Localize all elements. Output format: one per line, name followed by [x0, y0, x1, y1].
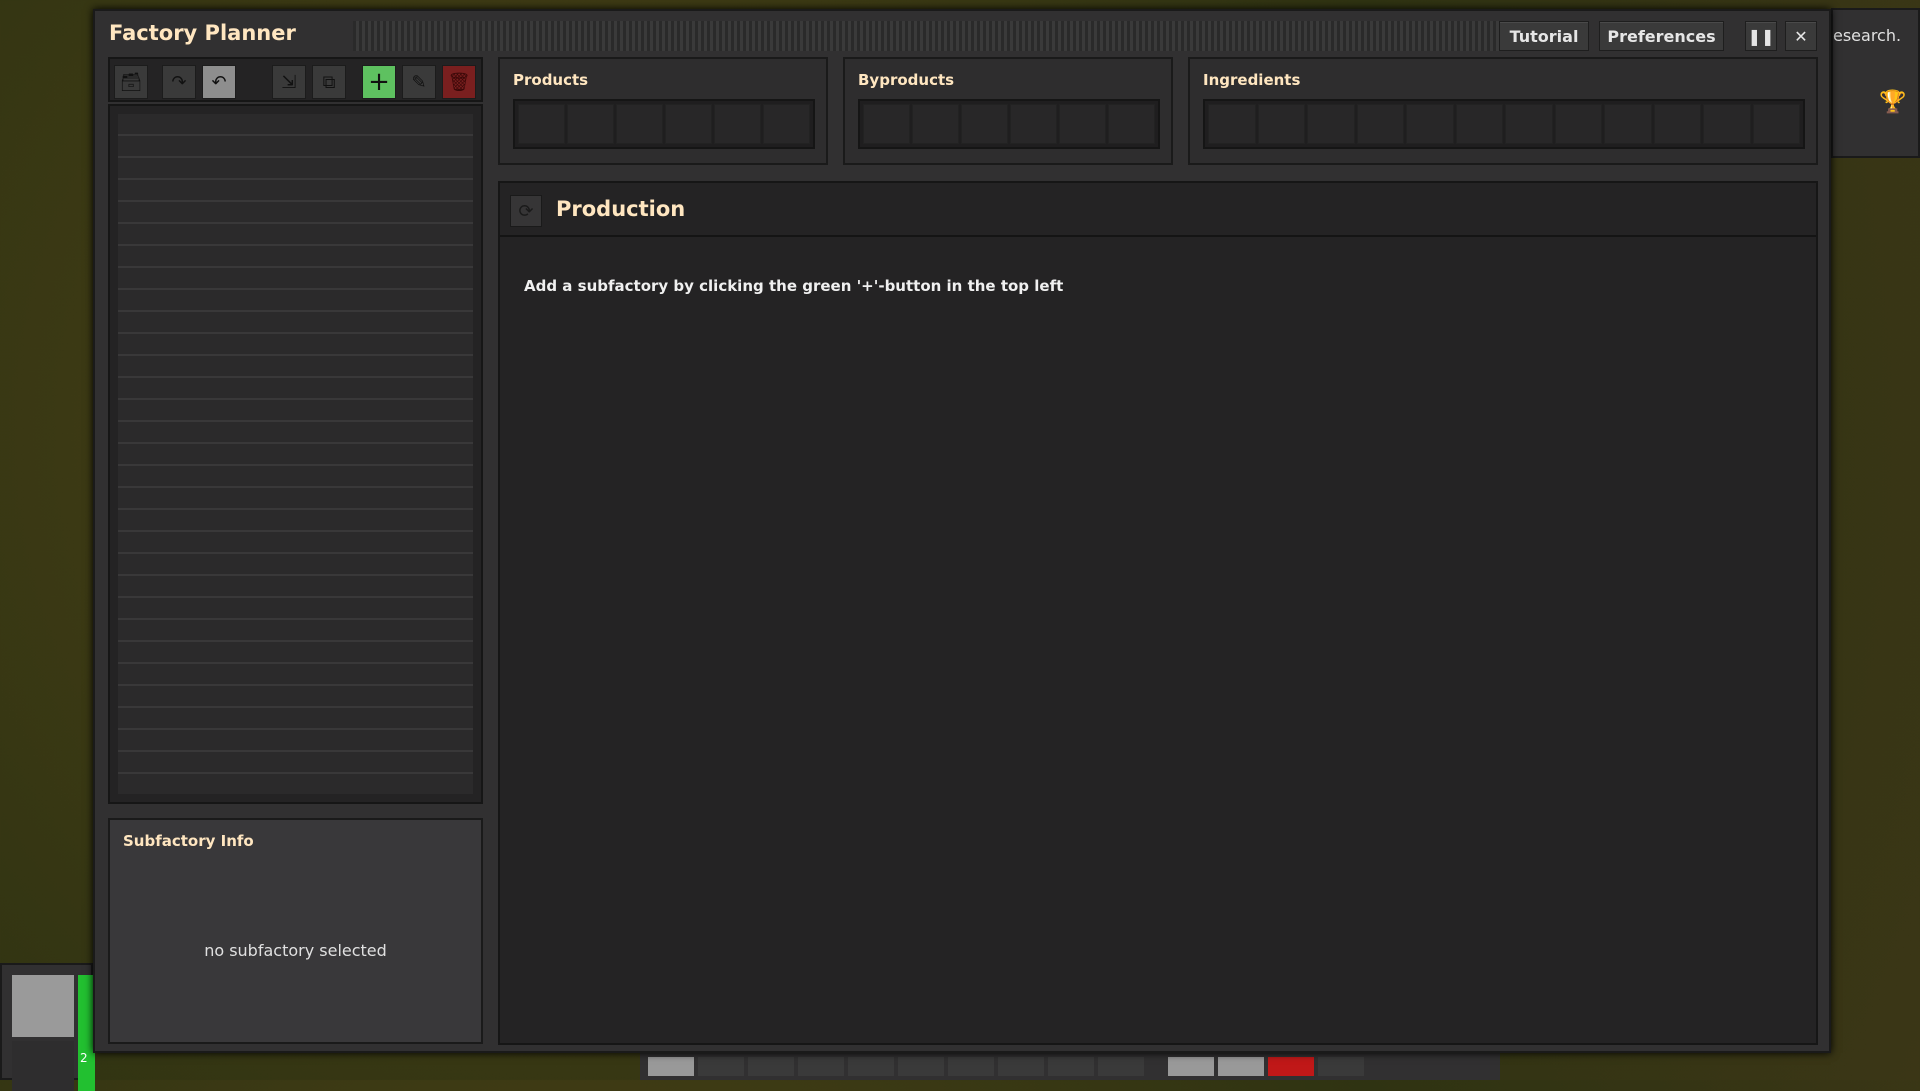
byproducts-slots [858, 99, 1160, 149]
quickbar [640, 1053, 1500, 1080]
achievements-icon[interactable]: 🏆 [1879, 90, 1906, 115]
close-icon: ✕ [1794, 26, 1808, 46]
archive-icon: 🗃 [119, 71, 143, 93]
item-slot[interactable] [1010, 104, 1057, 144]
redo-icon: ↷ [171, 71, 187, 93]
close-button[interactable]: ✕ [1785, 21, 1817, 51]
item-slot[interactable] [863, 104, 910, 144]
refresh-button[interactable]: ⟳ [510, 195, 542, 227]
quickbar-slot[interactable] [1048, 1057, 1094, 1076]
pause-button[interactable]: ❚❚ [1745, 21, 1777, 51]
item-slot[interactable] [1752, 104, 1800, 144]
subfactory-info-title: Subfactory Info [123, 832, 254, 850]
item-slot[interactable] [714, 104, 761, 144]
ingredients-title: Ingredients [1203, 71, 1301, 89]
item-slot[interactable] [1406, 104, 1454, 144]
tutorial-button[interactable]: Tutorial [1499, 21, 1589, 51]
quickbar-slot[interactable] [1318, 1057, 1364, 1076]
duplicate-button[interactable]: ⧉ [312, 65, 346, 99]
research-text: esearch. [1833, 26, 1902, 45]
item-slot[interactable] [1208, 104, 1256, 144]
import-button[interactable]: ⇲ [272, 65, 306, 99]
window-title: Factory Planner [109, 21, 296, 45]
quickbar-slot[interactable] [798, 1057, 844, 1076]
products-slots [513, 99, 815, 149]
quickbar-slot[interactable] [948, 1057, 994, 1076]
quickbar-slot[interactable] [1268, 1057, 1314, 1076]
item-slot[interactable] [665, 104, 712, 144]
character-panel: 2 [0, 963, 95, 1091]
quickbar-slot[interactable] [1218, 1057, 1264, 1076]
character-icon[interactable] [12, 975, 74, 1037]
quickbar-slot[interactable] [1098, 1057, 1144, 1076]
preferences-button[interactable]: Preferences [1599, 21, 1724, 51]
item-slot[interactable] [1703, 104, 1751, 144]
item-slot[interactable] [1257, 104, 1305, 144]
ingredients-box: Ingredients [1188, 57, 1818, 165]
item-slot[interactable] [616, 104, 663, 144]
factory-planner-window: Factory Planner Tutorial Preferences ❚❚ … [93, 9, 1831, 1053]
armor-slot[interactable] [12, 1041, 74, 1091]
item-slot[interactable] [1455, 104, 1503, 144]
research-panel: esearch. 🏆 [1831, 8, 1920, 158]
products-box: Products [498, 57, 828, 165]
quickbar-slot[interactable] [748, 1057, 794, 1076]
item-slot[interactable] [912, 104, 959, 144]
archive-button[interactable]: 🗃 [114, 65, 148, 99]
subfactory-list[interactable] [108, 104, 483, 804]
import-icon: ⇲ [281, 71, 297, 93]
ingredients-slots [1203, 99, 1805, 149]
subfactory-toolbar: 🗃 ↷ ↶ ⇲ ⧉ + ✎ 🗑 [108, 57, 483, 102]
item-slot[interactable] [1554, 104, 1602, 144]
item-slot[interactable] [1059, 104, 1106, 144]
byproducts-title: Byproducts [858, 71, 955, 89]
production-panel: ⟳ Production Add a subfactory by clickin… [498, 181, 1818, 1045]
products-title: Products [513, 71, 589, 89]
quickbar-slot[interactable] [698, 1057, 744, 1076]
duplicate-icon: ⧉ [322, 71, 336, 93]
subfactory-info-panel: Subfactory Info no subfactory selected [108, 818, 483, 1044]
quickbar-slot[interactable] [848, 1057, 894, 1076]
byproducts-box: Byproducts [843, 57, 1173, 165]
item-slot[interactable] [1604, 104, 1652, 144]
undo-button[interactable]: ↶ [202, 65, 236, 99]
edit-button[interactable]: ✎ [402, 65, 436, 99]
item-slot[interactable] [567, 104, 614, 144]
no-subfactory-text: no subfactory selected [204, 941, 387, 960]
item-slot[interactable] [1505, 104, 1553, 144]
quickbar-slot[interactable] [898, 1057, 944, 1076]
quickbar-slot[interactable] [1168, 1057, 1214, 1076]
item-slot[interactable] [961, 104, 1008, 144]
item-slot[interactable] [1356, 104, 1404, 144]
production-header: ⟳ Production [500, 183, 1816, 237]
pause-icon: ❚❚ [1747, 26, 1775, 46]
delete-button[interactable]: 🗑 [442, 65, 476, 99]
subfactory-list-rows [118, 114, 473, 794]
production-title: Production [556, 197, 686, 221]
refresh-icon: ⟳ [518, 200, 534, 222]
item-slot[interactable] [1307, 104, 1355, 144]
item-slot[interactable] [763, 104, 810, 144]
titlebar-drag-handle[interactable] [353, 21, 1583, 51]
quickbar-slot[interactable] [998, 1057, 1044, 1076]
item-slot[interactable] [518, 104, 565, 144]
undo-icon: ↶ [211, 71, 227, 93]
item-slot[interactable] [1108, 104, 1155, 144]
add-icon: + [368, 67, 390, 97]
production-hint: Add a subfactory by clicking the green '… [524, 277, 1064, 295]
quickbar-slot[interactable] [648, 1057, 694, 1076]
delete-icon: 🗑 [447, 71, 471, 93]
ammo-count: 2 [80, 1051, 88, 1065]
add-subfactory-button[interactable]: + [362, 65, 396, 99]
item-slot[interactable] [1653, 104, 1701, 144]
edit-icon: ✎ [411, 71, 427, 93]
redo-button[interactable]: ↷ [162, 65, 196, 99]
